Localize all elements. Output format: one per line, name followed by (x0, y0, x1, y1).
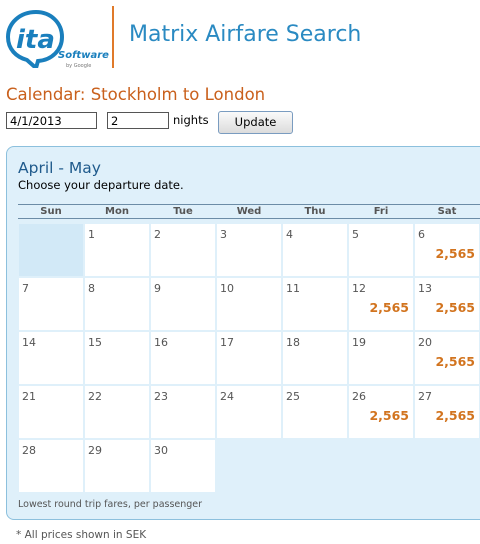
day-number: 16 (154, 336, 168, 349)
calendar-empty-cell (217, 440, 281, 492)
calendar-day-cell[interactable]: 5 (349, 224, 413, 276)
calendar-day-cell[interactable]: 8 (85, 278, 149, 330)
fare-link[interactable]: 2,565 (369, 300, 409, 315)
calendar-day-cell[interactable]: 15 (85, 332, 149, 384)
weekday-header: Sun Mon Tue Wed Thu Fri Sat (18, 204, 480, 219)
calendar-day-cell[interactable]: 24 (217, 386, 281, 438)
day-number: 24 (220, 390, 234, 403)
calendar-day-cell[interactable]: 30 (151, 440, 215, 492)
day-number: 21 (22, 390, 36, 403)
day-number: 13 (418, 282, 432, 295)
calendar-day-cell[interactable]: 3 (217, 224, 281, 276)
calendar-day-cell[interactable]: 4 (283, 224, 347, 276)
calendar-day-cell[interactable]: 7 (19, 278, 83, 330)
day-number: 10 (220, 282, 234, 295)
day-number: 9 (154, 282, 161, 295)
instruction-text: Choose your departure date. (18, 178, 184, 192)
day-number: 3 (220, 228, 227, 241)
calendar-empty-cell (19, 224, 83, 276)
day-number: 2 (154, 228, 161, 241)
calendar-day-cell[interactable]: 12 2,565 (349, 278, 413, 330)
calendar-day-cell[interactable]: 27 2,565 (415, 386, 479, 438)
fares-note: Lowest round trip fares, per passenger (18, 499, 203, 510)
calendar-day-cell[interactable]: 23 (151, 386, 215, 438)
day-number: 29 (88, 444, 102, 457)
month-range: April - May (18, 159, 101, 177)
currency-footnote: * All prices shown in SEK (16, 529, 147, 541)
header-divider (112, 6, 114, 68)
day-number: 25 (286, 390, 300, 403)
day-number: 26 (352, 390, 366, 403)
calendar-day-cell[interactable]: 22 (85, 386, 149, 438)
fare-link[interactable]: 2,565 (435, 354, 475, 369)
calendar-day-cell[interactable]: 10 (217, 278, 281, 330)
departure-date-input[interactable] (6, 112, 97, 129)
calendar-day-cell[interactable]: 19 (349, 332, 413, 384)
weekday-3: Wed (236, 206, 262, 217)
weekday-2: Tue (173, 206, 193, 217)
day-number: 17 (220, 336, 234, 349)
calendar-day-cell[interactable]: 11 (283, 278, 347, 330)
day-number: 14 (22, 336, 36, 349)
calendar-empty-cell (415, 440, 479, 492)
calendar-day-cell[interactable]: 18 (283, 332, 347, 384)
calendar-heading: Calendar: Stockholm to London (6, 85, 266, 104)
calendar-day-cell[interactable]: 20 2,565 (415, 332, 479, 384)
calendar-day-cell[interactable]: 29 (85, 440, 149, 492)
day-number: 22 (88, 390, 102, 403)
day-number: 23 (154, 390, 168, 403)
day-number: 5 (352, 228, 359, 241)
calendar-day-cell[interactable]: 26 2,565 (349, 386, 413, 438)
day-number: 1 (88, 228, 95, 241)
calendar-day-cell[interactable]: 6 2,565 (415, 224, 479, 276)
day-number: 7 (22, 282, 29, 295)
calendar-empty-cell (349, 440, 413, 492)
calendar-day-cell[interactable]: 17 (217, 332, 281, 384)
nights-label: nights (173, 113, 209, 127)
day-number: 27 (418, 390, 432, 403)
day-number: 19 (352, 336, 366, 349)
day-number: 4 (286, 228, 293, 241)
weekday-1: Mon (105, 206, 129, 217)
calendar-panel: April - May Choose your departure date. … (6, 146, 480, 520)
day-number: 30 (154, 444, 168, 457)
nights-input[interactable] (107, 112, 169, 129)
weekday-5: Fri (373, 206, 389, 217)
fare-link[interactable]: 2,565 (435, 246, 475, 261)
fare-link[interactable]: 2,565 (435, 300, 475, 315)
calendar-day-cell[interactable]: 28 (19, 440, 83, 492)
day-number: 11 (286, 282, 300, 295)
calendar-day-cell[interactable]: 13 2,565 (415, 278, 479, 330)
calendar-day-cell[interactable]: 25 (283, 386, 347, 438)
day-number: 18 (286, 336, 300, 349)
calendar-day-cell[interactable]: 16 (151, 332, 215, 384)
weekday-0: Sun (40, 206, 62, 217)
weekday-6: Sat (437, 206, 457, 217)
calendar-day-cell[interactable]: 2 (151, 224, 215, 276)
day-number: 6 (418, 228, 425, 241)
ita-software-logo: ita Software by Google (6, 8, 109, 69)
day-number: 15 (88, 336, 102, 349)
logo-byline: by Google (66, 63, 92, 69)
weekday-4: Thu (304, 206, 326, 217)
logo-text: ita (16, 25, 55, 55)
day-number: 8 (88, 282, 95, 295)
calendar-day-cell[interactable]: 21 (19, 386, 83, 438)
fare-link[interactable]: 2,565 (435, 408, 475, 423)
app-title: Matrix Airfare Search (129, 22, 362, 47)
logo-subtext: Software (58, 50, 109, 61)
calendar-empty-cell (283, 440, 347, 492)
calendar-day-cell[interactable]: 14 (19, 332, 83, 384)
day-number: 28 (22, 444, 36, 457)
calendar-day-cell[interactable]: 9 (151, 278, 215, 330)
day-number: 20 (418, 336, 432, 349)
fare-link[interactable]: 2,565 (369, 408, 409, 423)
calendar-day-cell[interactable]: 1 (85, 224, 149, 276)
update-button[interactable]: Update (218, 111, 293, 134)
day-number: 12 (352, 282, 366, 295)
